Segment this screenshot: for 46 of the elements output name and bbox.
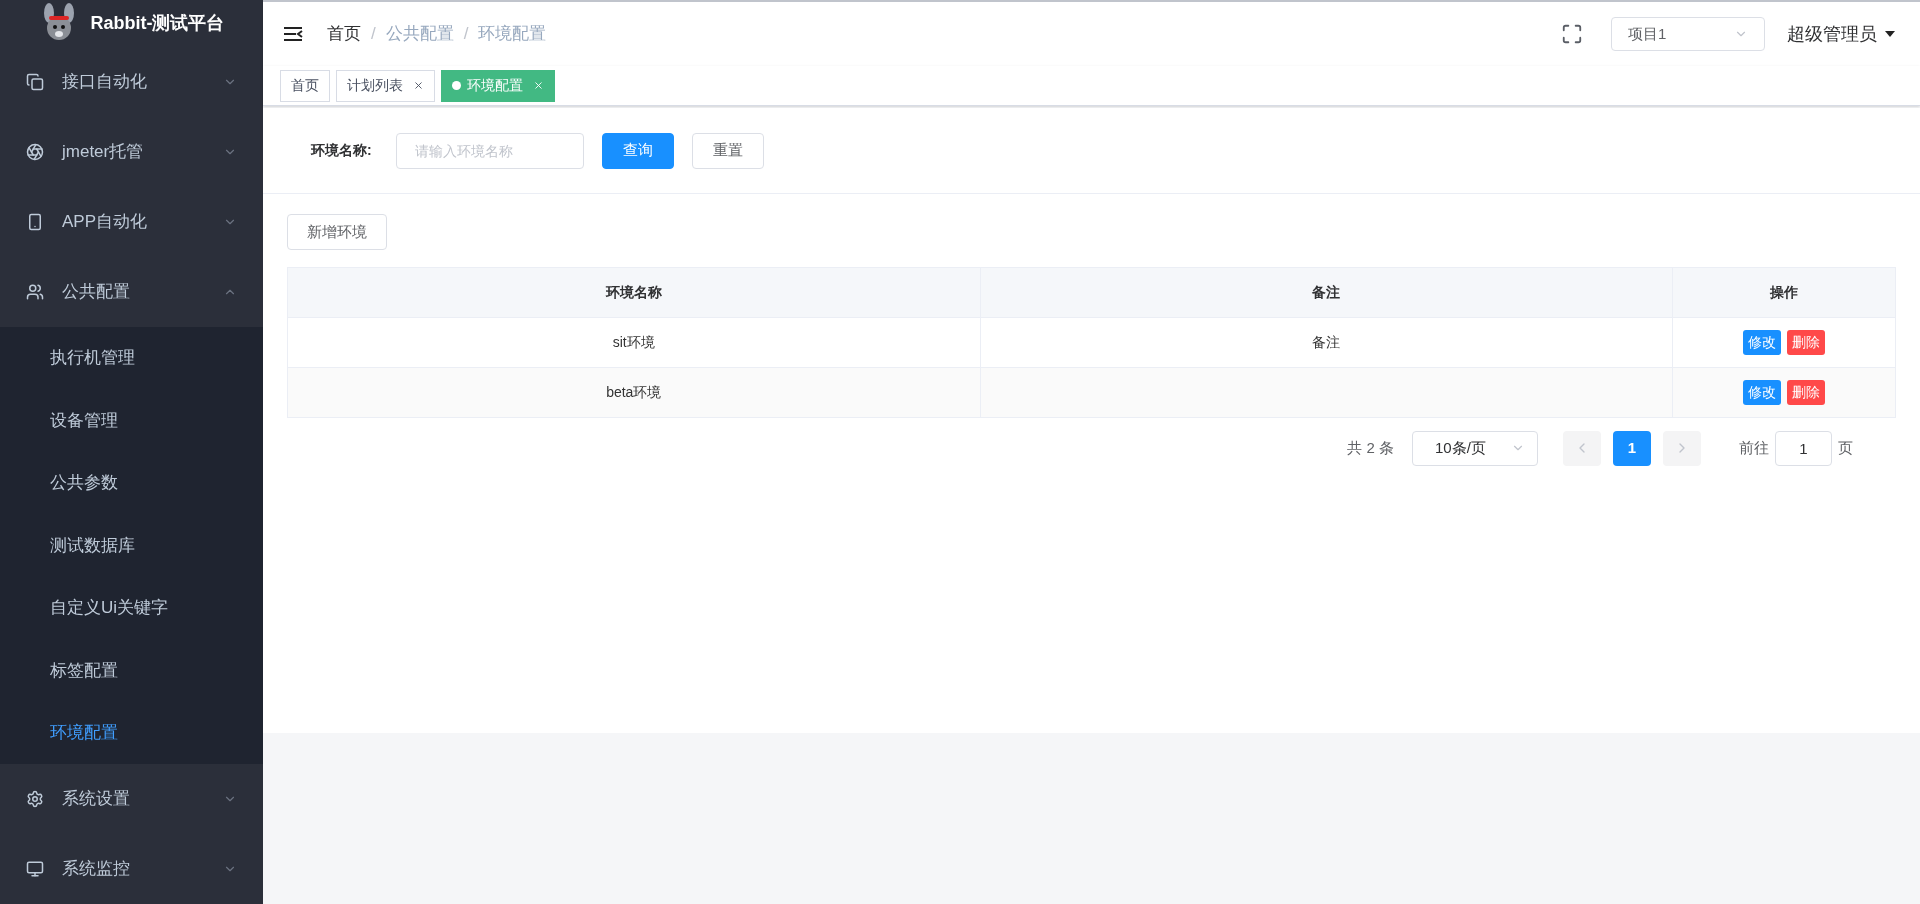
sidebar-menu-item[interactable]: 公共配置 <box>0 256 263 327</box>
table-cell: beta环境 <box>287 367 980 418</box>
goto-suffix: 页 <box>1838 437 1853 458</box>
submenu-item[interactable]: 设备管理 <box>0 389 263 452</box>
goto-label: 前往 <box>1739 437 1769 458</box>
users-icon <box>26 282 44 301</box>
column-header: 备注 <box>980 267 1673 318</box>
project-select[interactable]: 项目1 <box>1611 17 1765 51</box>
target-icon <box>26 142 44 161</box>
table-cell: 备注 <box>980 317 1673 368</box>
sidebar-menu-item[interactable]: 系统设置 <box>0 764 263 834</box>
breadcrumb-separator: / <box>463 23 469 46</box>
user-name[interactable]: 超级管理员 <box>1787 20 1877 48</box>
add-environment-button[interactable]: 新增环境 <box>287 214 387 250</box>
links-icon <box>26 72 44 91</box>
reset-button[interactable]: 重置 <box>691 132 764 169</box>
close-icon[interactable] <box>413 80 424 91</box>
sidebar-menu-item[interactable]: 系统监控 <box>0 834 263 904</box>
sidebar-menu-item[interactable]: 接口自动化 <box>0 46 263 117</box>
gear-icon <box>26 790 44 808</box>
breadcrumb-separator: / <box>371 23 376 46</box>
sidebar-menu-item[interactable]: jmeter托管 <box>0 116 263 187</box>
submenu-item[interactable]: 标签配置 <box>0 639 263 702</box>
page-size-select[interactable]: 10条/页 <box>1412 430 1538 466</box>
column-header: 操作 <box>1672 267 1896 318</box>
phone-icon <box>26 212 44 231</box>
input-field[interactable]: 请输入环境名称 <box>395 132 584 169</box>
page-input-field[interactable]: 1 <box>1775 430 1832 466</box>
submenu-item[interactable]: 环境配置 <box>0 701 263 764</box>
menu-fold-icon[interactable] <box>283 26 303 42</box>
submenu-item[interactable]: 公共参数 <box>0 451 263 514</box>
tag-tab[interactable]: 计划列表 <box>336 69 435 102</box>
table-cell: sit环境 <box>287 317 980 368</box>
submenu-item[interactable]: 执行机管理 <box>0 326 263 389</box>
submenu-item[interactable]: 测试数据库 <box>0 514 263 577</box>
filter-label: 环境名称: <box>311 141 372 160</box>
monitor-icon <box>26 860 44 878</box>
sidebar-menu-item[interactable]: APP自动化 <box>0 186 263 257</box>
submenu-item[interactable]: 自定义Ui关键字 <box>0 576 263 639</box>
tag-tab[interactable]: 首页 <box>280 69 330 102</box>
column-header: 环境名称 <box>287 267 980 318</box>
caret-icon[interactable] <box>1885 31 1895 37</box>
fullscreen-icon[interactable] <box>1561 23 1583 45</box>
breadcrumb-item[interactable]: 首页 <box>327 21 361 47</box>
total-count: 共 2 条 <box>1347 437 1394 458</box>
brand-title: Rabbit-测试平台 <box>90 11 225 35</box>
